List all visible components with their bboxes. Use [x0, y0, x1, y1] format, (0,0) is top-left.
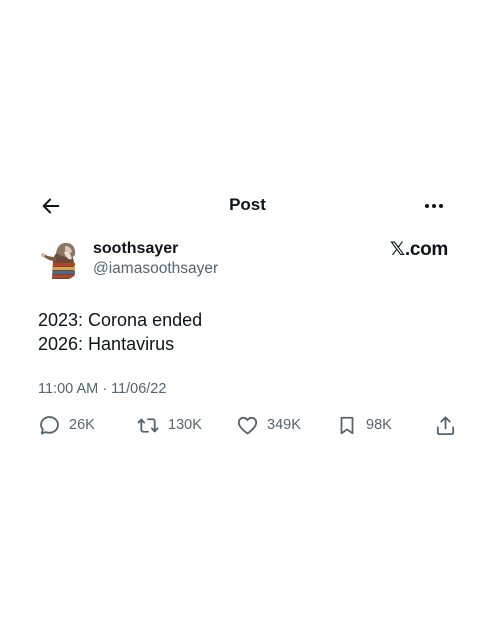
avatar[interactable]	[38, 237, 82, 281]
retweet-count: 130K	[168, 417, 202, 433]
retweet-button[interactable]: 130K	[136, 412, 202, 438]
post-author: soothsayer @iamasoothsayer 𝕏.com	[38, 236, 458, 282]
brand-label: 𝕏.com	[389, 239, 448, 260]
reply-button[interactable]: 26K	[38, 412, 95, 438]
post-header: Post	[0, 190, 495, 222]
post-text-line: 2026: Hantavirus	[38, 334, 175, 354]
bookmark-count: 98K	[366, 417, 392, 433]
user-handle[interactable]: @iamasoothsayer	[93, 260, 218, 278]
post-text: 2023: Corona ended 2026: Hantavirus	[38, 308, 458, 356]
like-count: 349K	[267, 417, 301, 433]
share-button[interactable]	[434, 412, 457, 438]
post-text-line: 2023: Corona ended	[38, 310, 203, 330]
retweet-icon	[137, 417, 159, 433]
post-timestamp[interactable]: 11:00 AM · 11/06/22	[38, 381, 166, 397]
ellipsis-horizontal-icon	[425, 204, 443, 208]
avatar-image	[38, 237, 82, 281]
like-button[interactable]: 349K	[236, 412, 301, 438]
share-icon	[436, 415, 455, 435]
reply-count: 26K	[69, 417, 95, 433]
action-bar: 26K 130K 349K 98K	[38, 412, 458, 438]
more-options-button[interactable]	[420, 193, 448, 219]
bookmark-button[interactable]: 98K	[336, 412, 392, 438]
heart-icon	[237, 416, 258, 434]
display-name[interactable]: soothsayer	[93, 240, 178, 258]
reply-icon	[40, 415, 59, 434]
bookmark-icon	[340, 416, 354, 434]
